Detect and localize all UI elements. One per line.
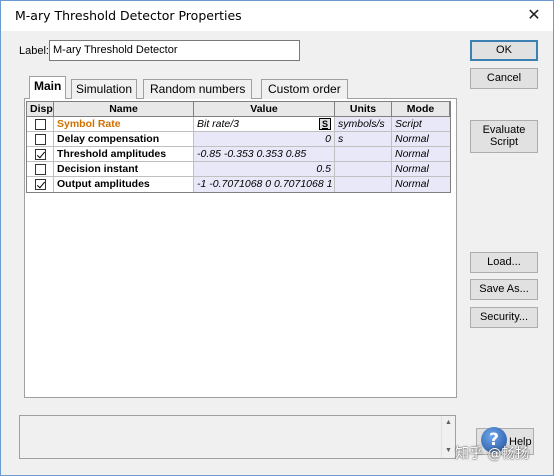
load-button[interactable]: Load... — [470, 252, 538, 273]
disp-cell — [27, 132, 54, 146]
param-name: Symbol Rate — [54, 117, 194, 131]
grid-header: Disp Name Value Units Mode — [27, 102, 450, 117]
table-row[interactable]: Output amplitudes -1 -0.7071068 0 0.7071… — [27, 177, 450, 192]
disp-checkbox[interactable] — [35, 134, 46, 145]
cancel-button[interactable]: Cancel — [470, 68, 538, 89]
disp-cell — [27, 162, 54, 176]
param-name: Threshold amplitudes — [54, 147, 194, 161]
param-value: Bit rate/3 — [197, 118, 240, 130]
disp-checkbox[interactable] — [35, 179, 46, 190]
ok-button[interactable]: OK — [470, 40, 538, 61]
param-units[interactable] — [335, 147, 392, 161]
param-units[interactable] — [335, 177, 392, 192]
watermark: 知乎 @畅扬 — [455, 446, 530, 462]
parameter-grid: Disp Name Value Units Mode Symbol Rate B… — [26, 101, 451, 193]
param-units[interactable]: s — [335, 132, 392, 146]
param-units[interactable]: symbols/s — [335, 117, 392, 131]
description-scrollbar[interactable]: ▲ ▼ — [441, 416, 455, 458]
header-units[interactable]: Units — [335, 102, 392, 116]
param-name: Delay compensation — [54, 132, 194, 146]
window-title: M-ary Threshold Detector Properties — [15, 8, 242, 23]
param-mode[interactable]: Normal — [392, 162, 450, 176]
label-caption: Label: — [19, 45, 49, 57]
disp-checkbox[interactable] — [35, 164, 46, 175]
param-name: Output amplitudes — [54, 177, 194, 192]
param-name: Decision instant — [54, 162, 194, 176]
security-button[interactable]: Security... — [470, 307, 538, 328]
close-icon[interactable]: ✕ — [521, 4, 547, 26]
disp-checkbox[interactable] — [35, 149, 46, 160]
table-row[interactable]: Decision instant 0.5 Normal — [27, 162, 450, 177]
param-value[interactable]: 0.5 — [194, 162, 335, 176]
table-row[interactable]: Threshold amplitudes -0.85 -0.353 0.353 … — [27, 147, 450, 162]
disp-cell — [27, 117, 54, 131]
param-mode[interactable]: Normal — [392, 147, 450, 161]
param-value[interactable]: -1 -0.7071068 0 0.7071068 1 — [194, 177, 335, 192]
scroll-up-icon[interactable]: ▲ — [445, 419, 452, 426]
param-mode[interactable]: Script — [392, 117, 450, 131]
param-mode[interactable]: Normal — [392, 132, 450, 146]
tab-main[interactable]: Main — [29, 76, 67, 99]
description-box: ▲ ▼ — [19, 415, 456, 459]
header-disp[interactable]: Disp — [27, 102, 54, 116]
save-as-button[interactable]: Save As... — [470, 279, 538, 300]
disp-checkbox[interactable] — [35, 119, 46, 130]
properties-dialog: M-ary Threshold Detector Properties ✕ La… — [0, 0, 554, 476]
header-value[interactable]: Value — [194, 102, 335, 116]
param-units[interactable] — [335, 162, 392, 176]
evaluate-script-button[interactable]: Evaluate Script — [470, 120, 538, 153]
table-row[interactable]: Delay compensation 0 s Normal — [27, 132, 450, 147]
scroll-down-icon[interactable]: ▼ — [445, 447, 452, 454]
disp-cell — [27, 147, 54, 161]
table-row[interactable]: Symbol Rate Bit rate/3 S symbols/s Scrip… — [27, 117, 450, 132]
header-mode[interactable]: Mode — [392, 102, 450, 116]
disp-cell — [27, 177, 54, 192]
tab-custom-order[interactable]: Custom order — [261, 79, 348, 99]
title-bar: M-ary Threshold Detector Properties ✕ — [1, 1, 553, 31]
param-value[interactable]: 0 — [194, 132, 335, 146]
script-button[interactable]: S — [319, 118, 331, 130]
param-value-cell[interactable]: Bit rate/3 S — [194, 117, 335, 131]
header-name[interactable]: Name — [54, 102, 194, 116]
tab-random-numbers[interactable]: Random numbers — [143, 79, 253, 99]
label-input[interactable]: M-ary Threshold Detector — [49, 40, 300, 61]
param-value[interactable]: -0.85 -0.353 0.353 0.85 — [194, 147, 335, 161]
tab-simulation[interactable]: Simulation — [71, 79, 138, 99]
param-mode[interactable]: Normal — [392, 177, 450, 192]
